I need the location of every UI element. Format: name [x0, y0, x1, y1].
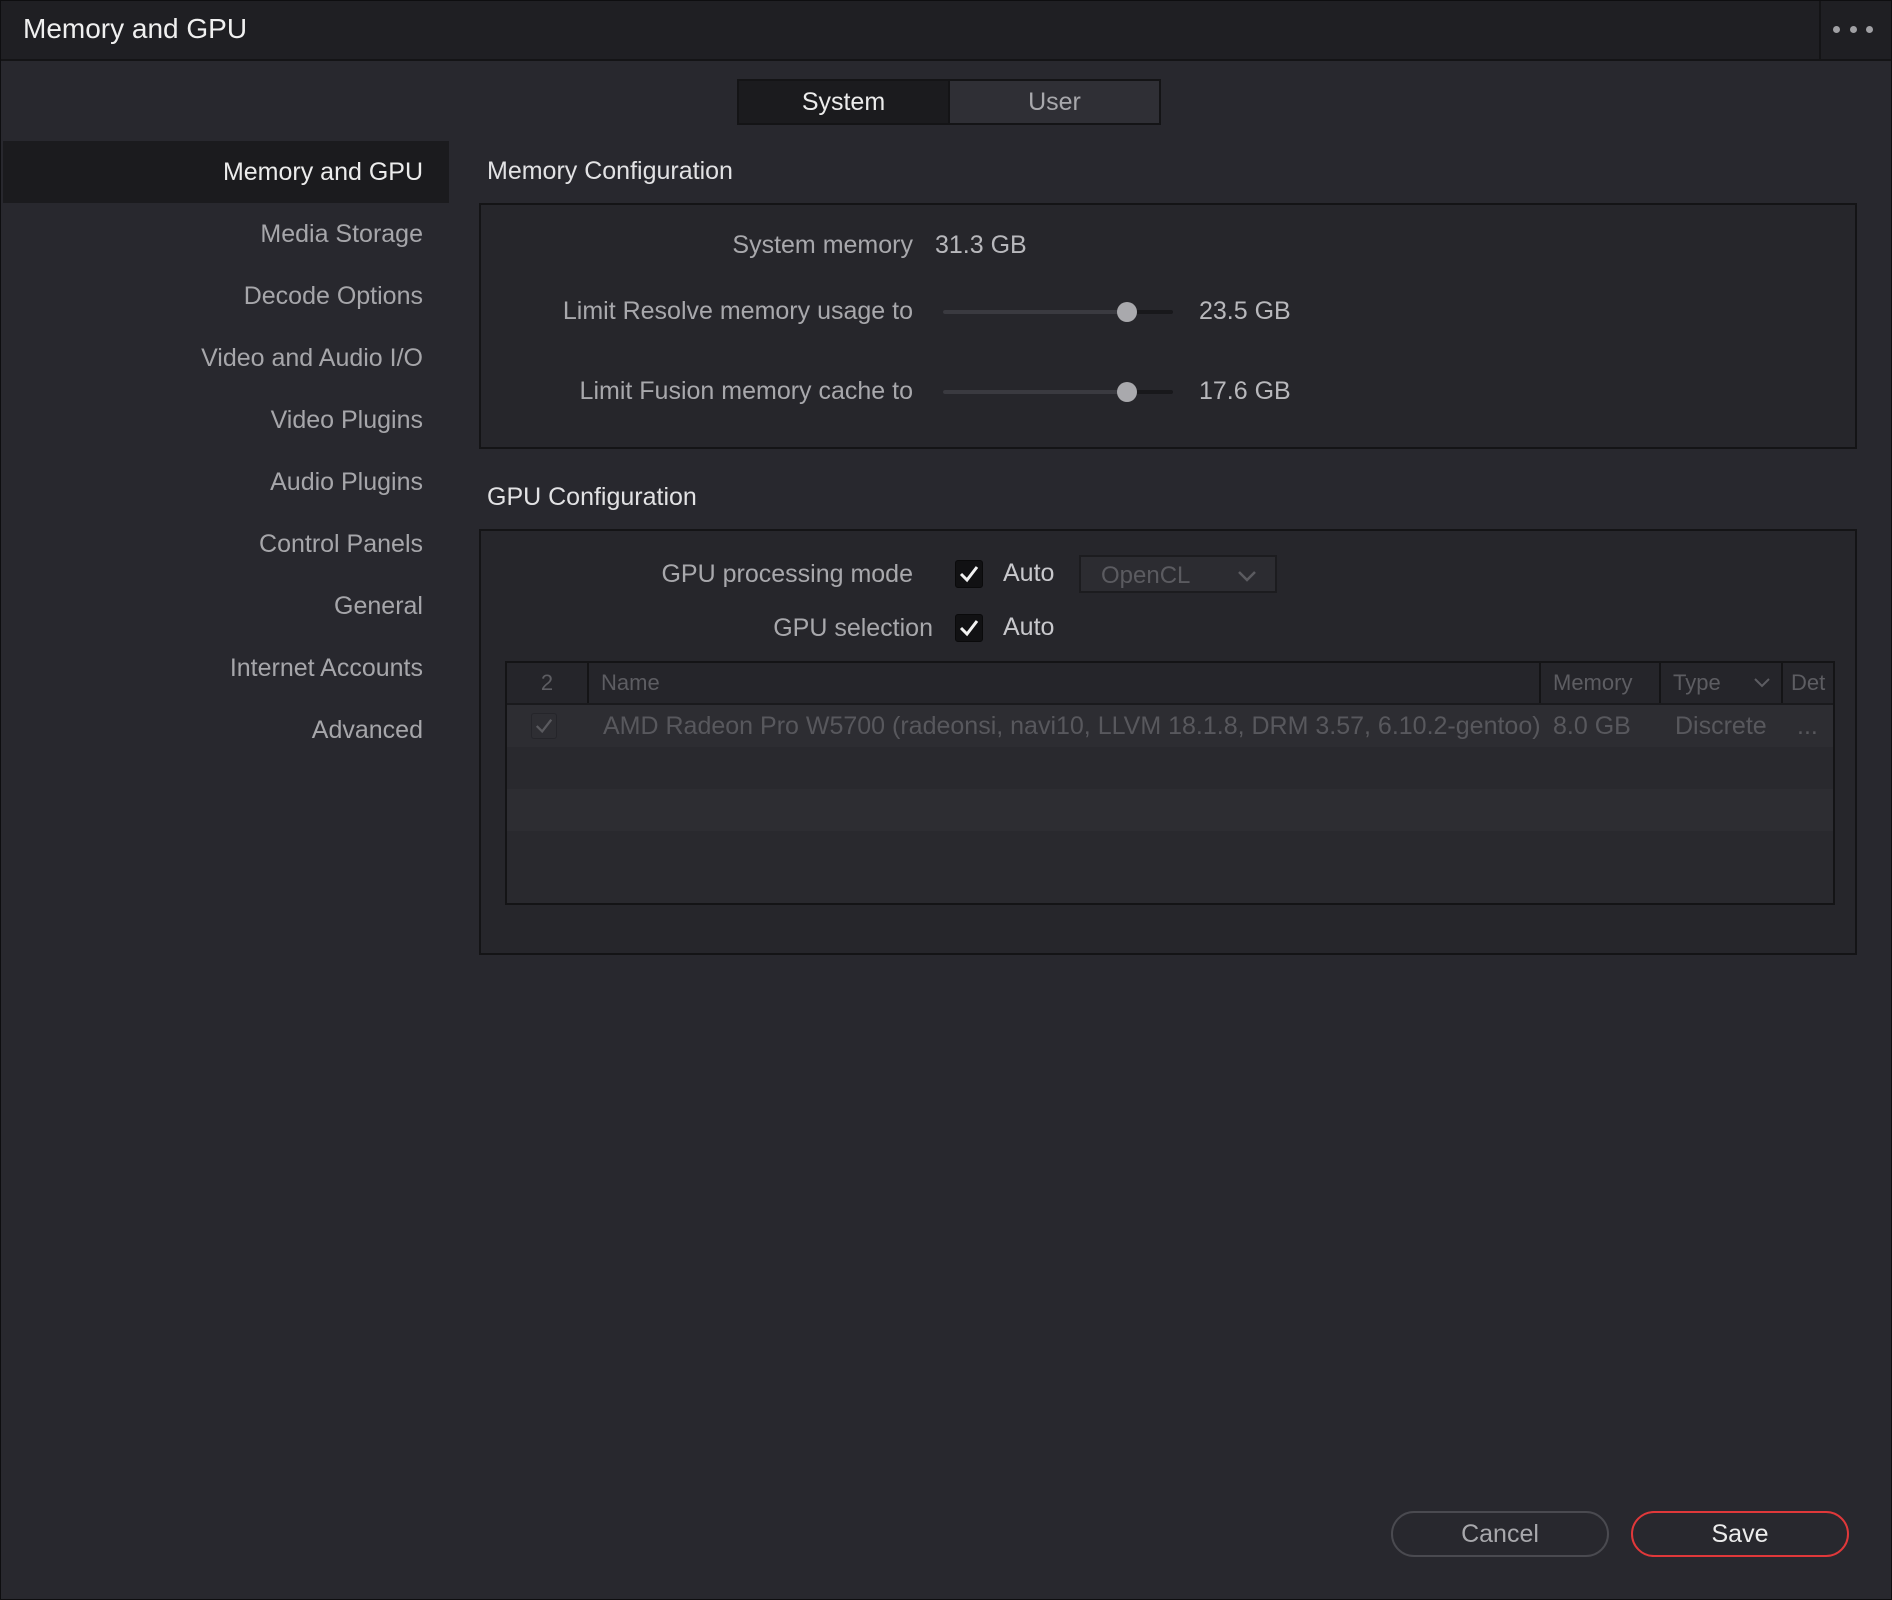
gpu-section-title: GPU Configuration: [487, 483, 697, 511]
gpu-name-cell: AMD Radeon Pro W5700 (radeonsi, navi10, …: [603, 711, 1541, 740]
column-divider: [1781, 663, 1783, 703]
column-header-count: 2: [540, 670, 554, 695]
gpu-type-cell: Discrete: [1675, 711, 1767, 740]
fusion-cache-limit-label: Limit Fusion memory cache to: [579, 377, 913, 405]
slider-thumb[interactable]: [1117, 382, 1137, 402]
gpu-processing-mode-auto-label: Auto: [1003, 559, 1055, 587]
sidebar-item-video-plugins[interactable]: Video Plugins: [3, 389, 449, 451]
cancel-button[interactable]: Cancel: [1391, 1511, 1609, 1557]
more-dots-icon[interactable]: [1833, 17, 1873, 41]
column-header-details[interactable]: Det: [1791, 663, 1825, 703]
memory-section-title: Memory Configuration: [487, 157, 733, 185]
table-row-empty: [507, 747, 1833, 789]
table-row-empty: [507, 831, 1833, 873]
resolve-memory-limit-value: 23.5 GB: [1199, 297, 1291, 325]
title-divider: [1819, 1, 1821, 59]
column-header-type[interactable]: Type: [1673, 663, 1721, 703]
window-title: Memory and GPU: [23, 13, 248, 44]
table-row-empty: [507, 789, 1833, 831]
save-button[interactable]: Save: [1631, 1511, 1849, 1557]
column-header-name[interactable]: Name: [601, 663, 660, 703]
slider-fill: [943, 310, 1127, 314]
sidebar-item-media-storage[interactable]: Media Storage: [3, 203, 449, 265]
resolve-memory-limit-slider[interactable]: [943, 300, 1173, 324]
gpu-details-cell: ...: [1797, 711, 1818, 740]
gpu-selection-auto-checkbox[interactable]: [955, 614, 983, 642]
column-divider: [1659, 663, 1661, 703]
gpu-row-checkbox[interactable]: [531, 713, 557, 739]
gpu-processing-mode-dropdown[interactable]: OpenCL: [1079, 555, 1277, 593]
checkmark-icon: [959, 620, 979, 637]
column-header-memory[interactable]: Memory: [1553, 663, 1632, 703]
sidebar-item-control-panels[interactable]: Control Panels: [3, 513, 449, 575]
tab-user[interactable]: User: [948, 81, 1159, 123]
chevron-down-icon[interactable]: [1753, 677, 1771, 689]
fusion-cache-limit-value: 17.6 GB: [1199, 377, 1291, 405]
column-divider: [587, 663, 589, 703]
gpu-processing-mode-value: OpenCL: [1101, 562, 1191, 589]
table-row[interactable]: AMD Radeon Pro W5700 (radeonsi, navi10, …: [507, 705, 1833, 747]
scope-tabs: System User: [737, 79, 1161, 125]
tab-system[interactable]: System: [739, 81, 948, 123]
resolve-memory-limit-label: Limit Resolve memory usage to: [562, 297, 913, 325]
sidebar-item-audio-plugins[interactable]: Audio Plugins: [3, 451, 449, 513]
sidebar-item-video-and-audio-io[interactable]: Video and Audio I/O: [3, 327, 449, 389]
checkmark-icon: [535, 718, 553, 734]
preferences-window: Memory and GPU System User Memory and GP…: [0, 0, 1892, 1600]
memory-panel: [479, 203, 1857, 449]
fusion-cache-limit-slider[interactable]: [943, 380, 1173, 404]
system-memory-label: System memory: [732, 231, 913, 259]
sidebar-item-internet-accounts[interactable]: Internet Accounts: [3, 637, 449, 699]
slider-fill: [943, 390, 1127, 394]
sidebar: Memory and GPU Media Storage Decode Opti…: [3, 141, 449, 761]
gpu-memory-cell: 8.0 GB: [1553, 711, 1631, 740]
checkmark-icon: [959, 566, 979, 583]
sidebar-item-advanced[interactable]: Advanced: [3, 699, 449, 761]
system-memory-value: 31.3 GB: [935, 231, 1027, 259]
gpu-processing-mode-label: GPU processing mode: [661, 560, 913, 588]
title-bar: Memory and GPU: [1, 1, 1891, 61]
sidebar-item-memory-and-gpu[interactable]: Memory and GPU: [3, 141, 449, 203]
gpu-selection-label: GPU selection: [773, 614, 933, 642]
gpu-selection-auto-label: Auto: [1003, 613, 1055, 641]
slider-thumb[interactable]: [1117, 302, 1137, 322]
gpu-processing-mode-auto-checkbox[interactable]: [955, 560, 983, 588]
column-divider: [1539, 663, 1541, 703]
gpu-table-header: 2 Name Memory Type Det: [507, 663, 1833, 705]
chevron-down-icon: [1238, 571, 1256, 582]
gpu-table: 2 Name Memory Type Det AMD Radeon Pro W5…: [505, 661, 1835, 905]
sidebar-item-general[interactable]: General: [3, 575, 449, 637]
sidebar-item-decode-options[interactable]: Decode Options: [3, 265, 449, 327]
